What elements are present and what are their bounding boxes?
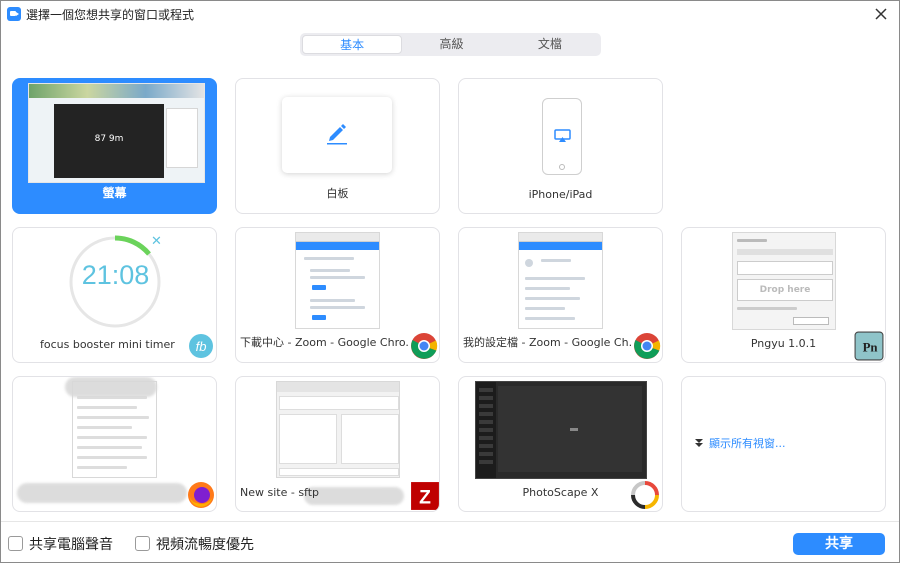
chrome-download-thumbnail	[295, 232, 380, 329]
share-option-chrome-download[interactable]: 下載中心 - Zoom - Google Chro...	[235, 227, 440, 363]
filezilla-thumbnail	[276, 381, 400, 478]
share-option-firefox[interactable]	[12, 376, 217, 512]
pngyu-thumbnail: Drop here	[732, 232, 836, 330]
close-mark-icon: ✕	[151, 234, 162, 249]
photoscape-thumbnail	[475, 381, 647, 479]
blurred-label	[17, 483, 187, 503]
zoom-app-icon	[7, 7, 21, 21]
optimize-video-label: 視頻流暢度優先	[156, 537, 254, 553]
optimize-video-checkbox[interactable]	[135, 536, 150, 551]
filezilla-icon: Z	[411, 482, 439, 510]
focus-booster-icon: fb	[189, 334, 213, 358]
screen-label: 螢幕	[102, 186, 127, 200]
share-audio-label: 共享電腦聲音	[29, 537, 113, 553]
share-screen-dialog: 選擇一個您想共享的窗口或程式 基本 高級 文檔 87 9m 螢幕 白板 iPho…	[0, 0, 900, 563]
focus-booster-label: focus booster mini timer	[40, 338, 175, 351]
chrome-icon	[634, 333, 661, 359]
close-button[interactable]	[871, 4, 891, 24]
share-audio-checkbox[interactable]	[8, 536, 23, 551]
firefox-icon	[188, 482, 214, 508]
chrome-profile-thumbnail	[518, 232, 603, 329]
share-option-chrome-profile[interactable]: 我的設定檔 - Zoom - Google Ch...	[458, 227, 663, 363]
expand-down-icon	[695, 439, 703, 447]
airplay-icon	[554, 129, 571, 142]
blurred-area	[65, 377, 157, 397]
photoscape-icon	[631, 481, 659, 509]
share-option-whiteboard[interactable]: 白板	[235, 78, 440, 214]
pen-icon	[327, 124, 347, 145]
chrome-profile-label: 我的設定檔 - Zoom - Google Ch...	[463, 336, 632, 349]
svg-text:Z: Z	[419, 488, 431, 509]
screen-thumbnail: 87 9m	[28, 83, 205, 183]
timer-text: 21:08	[81, 260, 150, 290]
window-title: 選擇一個您想共享的窗口或程式	[26, 8, 195, 22]
share-option-show-all[interactable]: 顯示所有視窗...	[681, 376, 886, 512]
show-all-label: 顯示所有視窗...	[709, 437, 786, 450]
tab-basic[interactable]: 基本	[302, 35, 403, 54]
share-option-filezilla[interactable]: New site - sftp Z	[235, 376, 440, 512]
share-option-pngyu[interactable]: Drop here Pngyu 1.0.1 Pn	[681, 227, 886, 363]
svg-text:Pn: Pn	[863, 340, 878, 354]
share-button[interactable]: 共享	[793, 533, 885, 555]
share-option-photoscape[interactable]: PhotoScape X	[458, 376, 663, 512]
pngyu-icon: Pn	[854, 331, 884, 361]
phone-thumbnail	[542, 98, 582, 175]
share-tabs: 基本 高級 文檔	[300, 33, 601, 56]
tab-files[interactable]: 文檔	[501, 35, 599, 54]
whiteboard-thumbnail	[282, 97, 392, 173]
screen-video-text: 87 9m	[94, 134, 124, 144]
share-option-focus-booster[interactable]: 21:08 ✕ focus booster mini timer fb	[12, 227, 217, 363]
chrome-download-label: 下載中心 - Zoom - Google Chro...	[240, 336, 409, 349]
title-bar: 選擇一個您想共享的窗口或程式	[1, 1, 899, 28]
chrome-icon	[411, 333, 438, 359]
tab-advanced[interactable]: 高級	[402, 35, 500, 54]
pngyu-drop-text: Drop here	[737, 279, 833, 301]
svg-text:fb: fb	[196, 339, 207, 354]
filezilla-label: New site - sftp	[240, 486, 320, 499]
share-option-iphone[interactable]: iPhone/iPad	[458, 78, 663, 214]
bottom-bar: 共享電腦聲音 視頻流暢度優先 共享	[1, 521, 899, 562]
close-icon	[875, 8, 887, 20]
iphone-label: iPhone/iPad	[528, 188, 593, 201]
show-all-windows-link[interactable]: 顯示所有視窗...	[694, 435, 786, 451]
whiteboard-label: 白板	[326, 187, 349, 200]
share-option-screen[interactable]: 87 9m 螢幕	[12, 78, 217, 214]
